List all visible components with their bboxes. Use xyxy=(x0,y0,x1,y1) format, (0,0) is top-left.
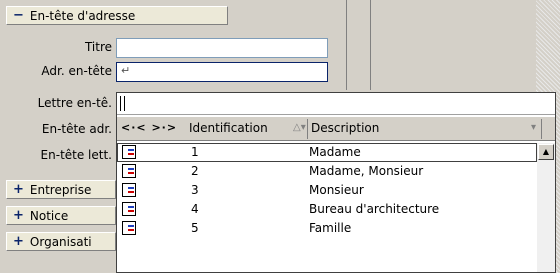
group-header-organisation[interactable]: + Organisati xyxy=(6,232,116,251)
nav-forward-icon[interactable]: >·> xyxy=(151,121,177,134)
expand-icon[interactable]: + xyxy=(13,234,24,249)
filter-input[interactable] xyxy=(117,93,555,115)
row-identification: 5 xyxy=(191,221,199,235)
label-entete-adr: En-tête adr. xyxy=(41,122,112,136)
group-header-entreprise[interactable]: + Entreprise xyxy=(6,180,116,199)
expand-icon[interactable]: + xyxy=(13,182,24,197)
list-scrollbar[interactable]: ▲ xyxy=(537,143,555,272)
sort-icon[interactable]: △▾ xyxy=(293,122,306,133)
column-separator[interactable] xyxy=(541,119,542,139)
side-panel xyxy=(370,0,536,90)
column-header-description[interactable]: Description xyxy=(311,121,379,135)
titre-input[interactable] xyxy=(116,38,328,58)
record-icon xyxy=(122,145,136,159)
list-item[interactable]: 4 Bureau d'architecture xyxy=(117,200,537,219)
record-icon xyxy=(122,164,136,178)
group-header-notice[interactable]: + Notice xyxy=(6,206,116,225)
lookup-dropdown: <·< >·> Identification △▾ Description ▾ … xyxy=(116,92,556,273)
record-icon xyxy=(122,221,136,235)
adr-entete-input[interactable]: ↵ xyxy=(116,62,328,82)
row-description: Bureau d'architecture xyxy=(309,202,440,216)
row-description: Madame, Monsieur xyxy=(309,164,424,178)
group-label-entreprise: Entreprise xyxy=(29,182,92,197)
group-label-notice: Notice xyxy=(29,208,69,223)
newline-icon: ↵ xyxy=(121,64,131,77)
panel-divider xyxy=(346,0,370,90)
column-header-identification[interactable]: Identification xyxy=(189,121,268,135)
nav-arrows[interactable]: <·< >·> xyxy=(121,121,177,134)
list-item[interactable]: 1 Madame xyxy=(117,143,537,162)
row-identification: 1 xyxy=(191,145,199,159)
record-icon xyxy=(122,202,136,216)
collapse-icon[interactable]: − xyxy=(13,8,24,23)
grid-header: <·< >·> Identification △▾ Description ▾ xyxy=(117,117,555,141)
expand-icon[interactable]: + xyxy=(13,208,24,223)
label-adr-entete: Adr. en-tête xyxy=(41,64,112,78)
text-caret xyxy=(124,96,125,111)
scroll-up-icon[interactable]: ▲ xyxy=(538,144,554,160)
list-item[interactable]: 2 Madame, Monsieur xyxy=(117,162,537,181)
row-description: Famille xyxy=(309,221,352,235)
label-titre: Titre xyxy=(84,40,112,54)
sort-icon[interactable]: ▾ xyxy=(531,122,536,133)
group-label-organisation: Organisati xyxy=(29,234,92,249)
row-description: Madame xyxy=(309,145,361,159)
label-entete-lett: En-tête lett. xyxy=(40,148,112,162)
list-item[interactable]: 5 Famille xyxy=(117,219,537,238)
text-caret xyxy=(120,96,121,111)
group-header-adresse[interactable]: − En-tête d'adresse xyxy=(6,6,228,25)
record-icon xyxy=(122,183,136,197)
row-identification: 3 xyxy=(191,183,199,197)
column-separator[interactable] xyxy=(307,119,308,139)
nav-back-icon[interactable]: <·< xyxy=(121,121,147,134)
row-identification: 2 xyxy=(191,164,199,178)
result-list: 1 Madame 2 Madame, Monsieur 3 Monsieur 4… xyxy=(117,143,537,238)
row-description: Monsieur xyxy=(309,183,364,197)
list-item[interactable]: 3 Monsieur xyxy=(117,181,537,200)
label-lettre-entete: Lettre en-tê. xyxy=(37,96,112,110)
row-identification: 4 xyxy=(191,202,199,216)
group-label-adresse: En-tête d'adresse xyxy=(29,8,136,23)
